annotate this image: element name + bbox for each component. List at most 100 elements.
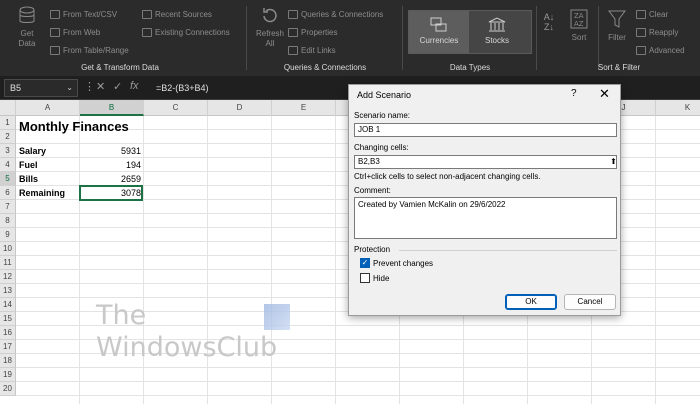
- row-header-12[interactable]: 12: [0, 270, 16, 284]
- name-box[interactable]: B5 ⌄: [4, 79, 78, 97]
- scenario-name-input[interactable]: JOB 1: [354, 123, 617, 137]
- currencies-button[interactable]: Currencies: [409, 11, 469, 53]
- more-options-icon[interactable]: ⋮: [84, 80, 95, 93]
- web-icon: [50, 28, 60, 38]
- reapply-button[interactable]: Reapply: [636, 26, 678, 40]
- column-header-e[interactable]: E: [272, 100, 336, 116]
- recent-icon: [142, 10, 152, 20]
- advanced-button[interactable]: Advanced: [636, 44, 685, 58]
- row-header-9[interactable]: 9: [0, 228, 16, 242]
- watermark-logo-icon: [264, 304, 290, 330]
- properties-icon: [288, 28, 298, 38]
- from-table-range-button[interactable]: From Table/Range: [50, 44, 129, 58]
- row-header-20[interactable]: 20: [0, 382, 16, 396]
- range-collapse-icon[interactable]: ⬆: [609, 156, 618, 168]
- column-header-a[interactable]: A: [16, 100, 80, 116]
- row-header-16[interactable]: 16: [0, 326, 16, 340]
- refresh-all-button[interactable]: Refresh All: [254, 6, 286, 49]
- changing-cells-label: Changing cells:: [354, 143, 409, 152]
- properties-button[interactable]: Properties: [288, 26, 337, 40]
- comment-textarea[interactable]: Created by Vamien McKalin on 29/6/2022: [354, 197, 617, 239]
- clear-button[interactable]: Clear: [636, 8, 668, 22]
- row-header-13[interactable]: 13: [0, 284, 16, 298]
- queries-title: Queries & Connections: [283, 63, 367, 72]
- row-header-4[interactable]: 4: [0, 158, 16, 172]
- svg-text:AZ: AZ: [574, 20, 584, 28]
- filter-label: Filter: [608, 33, 626, 42]
- cancel-button[interactable]: Cancel: [564, 294, 616, 310]
- get-data-label-1: Get: [20, 29, 34, 38]
- cell-b2[interactable]: 5931: [80, 144, 144, 158]
- changing-cells-input[interactable]: B2,B3 ⬆: [354, 155, 617, 169]
- cell-a2[interactable]: Salary: [19, 144, 79, 158]
- sort-asc-button[interactable]: A↓ Z↓: [540, 12, 558, 32]
- row-header-18[interactable]: 18: [0, 354, 16, 368]
- recent-sources-button[interactable]: Recent Sources: [142, 8, 212, 22]
- queries-icon: [288, 10, 298, 20]
- row-header-15[interactable]: 15: [0, 312, 16, 326]
- connections-icon: [142, 28, 152, 38]
- prevent-changes-checkbox[interactable]: ✓: [360, 258, 370, 268]
- reapply-label: Reapply: [649, 28, 679, 37]
- stocks-button[interactable]: Stocks: [471, 11, 523, 53]
- title-cell[interactable]: Monthly Finances: [19, 119, 129, 135]
- sort-filter-title: Sort & Filter: [597, 63, 641, 72]
- column-header-d[interactable]: D: [208, 100, 272, 116]
- row-header-17[interactable]: 17: [0, 340, 16, 354]
- text-file-icon: [50, 10, 60, 20]
- chevron-down-icon[interactable]: ⌄: [66, 80, 73, 96]
- select-all-corner[interactable]: [0, 100, 16, 116]
- row-header-8[interactable]: 8: [0, 214, 16, 228]
- get-data-label-2: Data: [18, 39, 36, 48]
- queries-connections-button[interactable]: Queries & Connections: [288, 8, 383, 22]
- currency-icon: [430, 17, 447, 32]
- cancel-x-icon[interactable]: ✕: [96, 80, 105, 93]
- row-header-10[interactable]: 10: [0, 242, 16, 256]
- bank-icon: [488, 17, 506, 32]
- existing-connections-button[interactable]: Existing Connections: [142, 26, 230, 40]
- queries-connections-label: Queries & Connections: [301, 10, 384, 19]
- from-web-button[interactable]: From Web: [50, 26, 100, 40]
- sort-filter-group: A↓ Z↓ ZA AZ Sort Filter Clear Reapply Adva…: [538, 0, 700, 76]
- ribbon-separator: [598, 6, 599, 70]
- filter-funnel-icon: [608, 10, 626, 28]
- watermark-line-1: The: [96, 300, 147, 331]
- cell-a3[interactable]: Fuel: [19, 158, 79, 172]
- row-header-2[interactable]: 2: [0, 130, 16, 144]
- insert-function-icon[interactable]: fx: [130, 80, 139, 92]
- get-data-button[interactable]: Get Data: [12, 6, 42, 49]
- row-header-7[interactable]: 7: [0, 200, 16, 214]
- scenario-name-label: Scenario name:: [354, 111, 411, 120]
- ok-button[interactable]: OK: [505, 294, 557, 310]
- help-icon[interactable]: ?: [571, 88, 577, 99]
- close-icon[interactable]: ✕: [599, 86, 610, 102]
- cell-b3[interactable]: 194: [80, 158, 144, 172]
- table-icon: [50, 46, 60, 56]
- row-header-3[interactable]: 3: [0, 144, 16, 158]
- from-text-csv-button[interactable]: From Text/CSV: [50, 8, 117, 22]
- hide-checkbox[interactable]: [360, 273, 370, 283]
- column-header-k[interactable]: K: [656, 100, 700, 116]
- from-web-label: From Web: [63, 28, 101, 37]
- filter-button[interactable]: Filter: [604, 8, 630, 43]
- ribbon: Get Data From Text/CSV From Web From Tab…: [0, 0, 700, 76]
- row-header-11[interactable]: 11: [0, 256, 16, 270]
- row-header-5[interactable]: 5: [0, 172, 16, 186]
- cell-a5[interactable]: Remaining: [19, 186, 79, 200]
- edit-links-button[interactable]: Edit Links: [288, 44, 336, 58]
- row-header-14[interactable]: 14: [0, 298, 16, 312]
- row-header-1[interactable]: 1: [0, 116, 16, 130]
- column-header-c[interactable]: C: [144, 100, 208, 116]
- confirm-check-icon[interactable]: ✓: [113, 80, 122, 93]
- column-header-b[interactable]: B: [80, 100, 144, 116]
- edit-links-label: Edit Links: [301, 46, 336, 55]
- sort-button[interactable]: ZA AZ Sort: [564, 8, 594, 43]
- ribbon-separator: [246, 6, 247, 70]
- cell-a4[interactable]: Bills: [19, 172, 79, 186]
- protection-divider: [399, 250, 617, 251]
- row-header-19[interactable]: 19: [0, 368, 16, 382]
- from-table-range-label: From Table/Range: [63, 46, 129, 55]
- advanced-filter-icon: [636, 46, 646, 56]
- cell-b4[interactable]: 2659: [80, 172, 144, 186]
- row-header-6[interactable]: 6: [0, 186, 16, 200]
